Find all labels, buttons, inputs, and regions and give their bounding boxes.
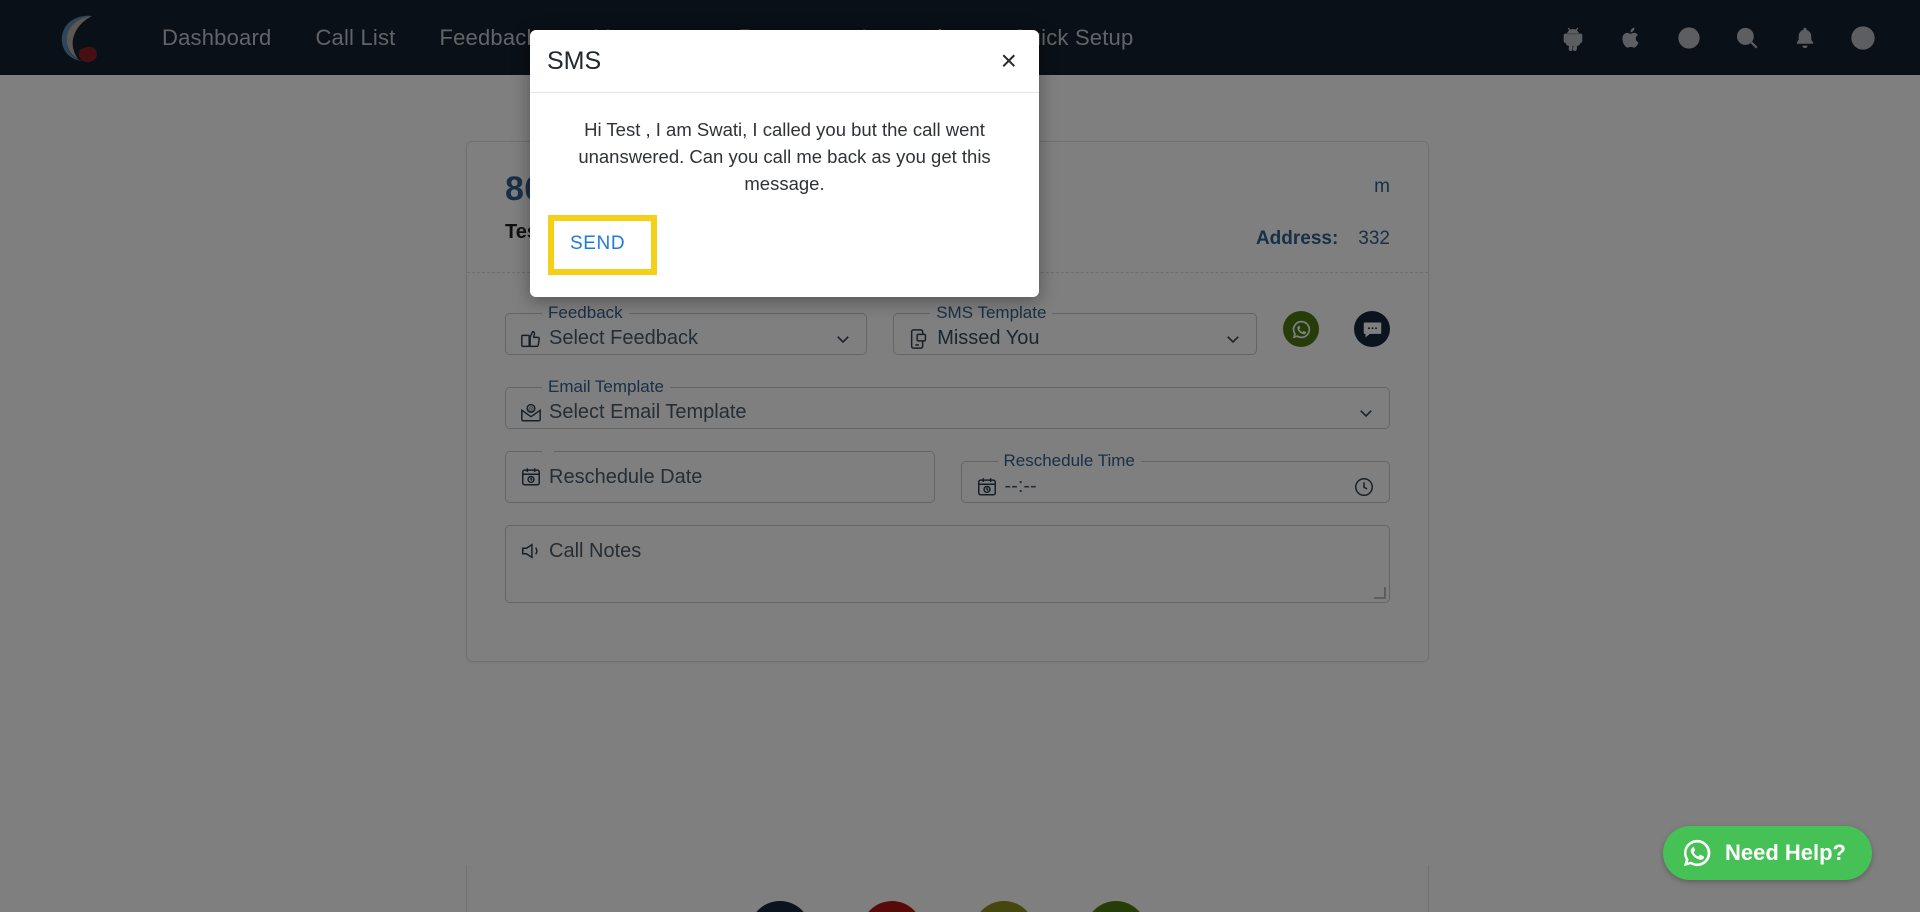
sms-modal-body: Hi Test , I am Swati, I called you but t…	[530, 93, 1039, 205]
whatsapp-icon	[1681, 837, 1713, 869]
sms-modal-header: SMS ×	[530, 30, 1039, 93]
sms-message-text: Hi Test , I am Swati, I called you but t…	[578, 119, 991, 194]
sms-modal: SMS × Hi Test , I am Swati, I called you…	[530, 30, 1039, 298]
need-help-widget[interactable]: Need Help?	[1662, 826, 1872, 880]
app-root: 8698111 Test m Address: 332 Feedback	[0, 0, 1920, 912]
close-icon[interactable]: ×	[1001, 47, 1017, 75]
send-button-highlight: SEND	[548, 215, 658, 276]
sms-modal-footer: SEND	[530, 205, 1039, 297]
sms-modal-title: SMS	[547, 46, 602, 75]
send-button[interactable]: SEND	[564, 229, 631, 259]
need-help-label: Need Help?	[1724, 840, 1846, 865]
